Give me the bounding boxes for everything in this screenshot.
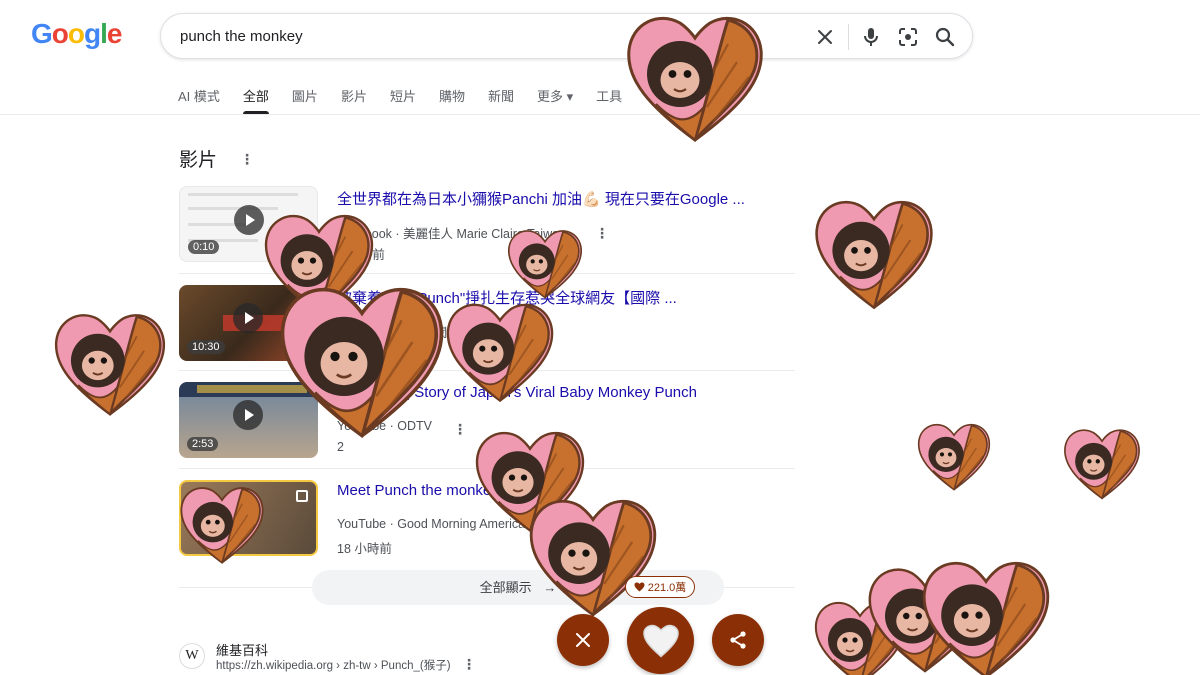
logo-letter: o <box>51 18 69 49</box>
tab-all[interactable]: 全部 <box>242 86 269 114</box>
monkey-heart-sticker <box>815 200 933 309</box>
logo-letter: l <box>100 18 108 49</box>
result-url[interactable]: https://zh.wikipedia.org › zh-tw › Punch… <box>216 657 451 673</box>
monkey-heart-sticker <box>529 499 657 617</box>
tabs-divider <box>0 114 1200 115</box>
tab-ai-mode[interactable]: AI 模式 <box>178 86 220 114</box>
tab-images[interactable]: 圖片 <box>292 86 318 114</box>
lens-icon[interactable] <box>896 25 920 49</box>
like-count: 221.0萬 <box>647 582 687 594</box>
video-source: Facebook · 美麗佳人 Marie Claire Taiwan <box>337 227 567 241</box>
play-icon[interactable] <box>233 303 263 333</box>
video-title-link[interactable]: 被棄養小猴"Punch"掙扎生存惹哭全球網友【國際 ... <box>337 287 677 308</box>
close-button[interactable] <box>557 614 609 666</box>
share-icon <box>730 631 746 649</box>
heart-icon <box>642 624 679 657</box>
video-time: 2 <box>337 440 344 454</box>
monkey-heart-sticker <box>1064 429 1140 500</box>
more-options-icon[interactable]: ⋮ <box>462 657 476 671</box>
video-time: 18 小時前 <box>337 542 392 556</box>
mic-icon[interactable] <box>859 25 883 49</box>
like-button[interactable] <box>627 607 694 674</box>
video-duration: 0:10 <box>188 240 220 254</box>
logo-letter: g <box>84 18 101 49</box>
google-logo[interactable]: Google <box>31 18 123 50</box>
video-time: 9 小時前 <box>337 248 385 262</box>
video-duration: 10:30 <box>187 340 225 354</box>
video-title-link[interactable]: The Story | Story of Japan's Viral Baby … <box>337 384 697 401</box>
arrow-right-icon: → <box>543 580 557 595</box>
video-source: YouTube · 三立新聞 <box>337 326 448 340</box>
tab-more[interactable]: 更多 ▾ <box>537 86 573 114</box>
video-source: YouTube · Good Morning America <box>337 517 526 531</box>
wikipedia-icon: W <box>179 643 205 669</box>
tab-tools[interactable]: 工具 <box>596 86 622 114</box>
search-input[interactable]: punch the monkey <box>180 28 303 45</box>
close-icon[interactable] <box>813 25 837 49</box>
video-title-link[interactable]: 全世界都在為日本小獼猴Panchi 加油💪🏻 現在只要在Google ... <box>337 188 745 209</box>
play-icon[interactable] <box>233 400 263 430</box>
more-options-icon[interactable]: ⋮ <box>595 226 609 240</box>
divider <box>179 273 795 274</box>
logo-letter: e <box>106 18 123 49</box>
share-button[interactable] <box>712 614 764 666</box>
video-thumbnail[interactable]: 0:10 <box>179 186 318 262</box>
heart-icon <box>634 582 645 592</box>
video-thumbnail[interactable]: 2:53 <box>179 382 318 458</box>
monkey-heart-sticker <box>868 568 982 673</box>
video-title-link[interactable]: Meet Punch the monkey <box>337 482 499 499</box>
like-count-badge: 221.0萬 <box>625 576 695 598</box>
logo-letter: o <box>67 18 85 49</box>
more-options-icon[interactable]: ⋮ <box>453 422 467 436</box>
close-icon <box>576 633 590 647</box>
video-source: YouTube · ODTV <box>337 419 432 433</box>
tab-shopping[interactable]: 購物 <box>439 86 465 114</box>
monkey-heart-sticker <box>54 314 166 416</box>
search-divider <box>848 24 849 50</box>
monkey-heart-sticker <box>917 423 991 491</box>
video-thumbnail[interactable] <box>179 480 318 556</box>
show-all-label: 全部顯示 <box>479 580 532 595</box>
monkey-heart-sticker <box>814 601 906 675</box>
logo-letter: G <box>31 18 53 49</box>
video-duration: 2:53 <box>187 437 219 451</box>
play-icon[interactable] <box>234 205 264 235</box>
tab-news[interactable]: 新聞 <box>488 86 514 114</box>
tab-shorts[interactable]: 短片 <box>390 86 416 114</box>
divider <box>179 468 795 469</box>
search-icon[interactable] <box>933 25 957 49</box>
search-box[interactable]: punch the monkey <box>160 13 973 59</box>
monkey-heart-sticker <box>922 561 1050 675</box>
section-title: 影片 <box>179 150 218 171</box>
more-options-icon[interactable]: ⋮ <box>240 152 254 166</box>
divider <box>179 370 795 371</box>
video-thumbnail[interactable]: 10:30 <box>179 285 318 361</box>
tab-videos[interactable]: 影片 <box>341 86 367 114</box>
search-tabs: AI 模式 全部 圖片 影片 短片 購物 新聞 更多 ▾ 工具 <box>178 86 645 114</box>
